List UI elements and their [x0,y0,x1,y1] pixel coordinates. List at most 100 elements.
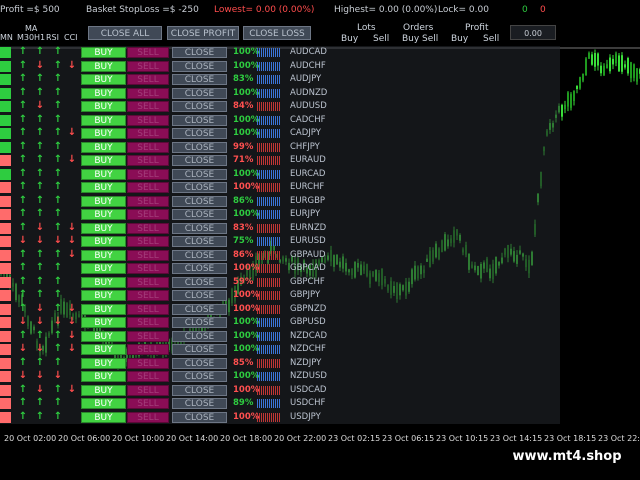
sell-button[interactable]: SELL [127,303,169,315]
close-button[interactable]: CLOSE [172,47,227,58]
sell-button[interactable]: SELL [127,344,169,355]
symbol-label[interactable]: AUDCAD [290,47,330,58]
close-button[interactable]: CLOSE [172,317,227,328]
symbol-label[interactable]: EURCHF [290,182,330,193]
close-button[interactable]: CLOSE [172,398,227,409]
close-button[interactable]: CLOSE [172,371,227,382]
sell-button[interactable]: SELL [127,276,169,288]
symbol-label[interactable]: GBPCAD [290,263,330,274]
sell-button[interactable]: SELL [127,128,169,139]
symbol-label[interactable]: EURUSD [290,236,330,247]
close-button[interactable]: CLOSE [172,411,227,423]
symbol-label[interactable]: USDCAD [290,385,330,396]
symbol-label[interactable]: EURCAD [290,169,330,180]
buy-button[interactable]: BUY [81,357,126,369]
sell-button[interactable]: SELL [127,209,169,220]
buy-button[interactable]: BUY [81,384,126,396]
buy-button[interactable]: BUY [81,411,126,423]
buy-button[interactable]: BUY [81,330,126,342]
close-button[interactable]: CLOSE [172,330,227,342]
symbol-label[interactable]: NZDCHF [290,344,330,355]
sell-button[interactable]: SELL [127,330,169,342]
close-button[interactable]: CLOSE [172,263,227,274]
symbol-label[interactable]: NZDCAD [290,331,330,342]
sell-button[interactable]: SELL [127,182,169,193]
symbol-label[interactable]: GBPJPY [290,290,330,301]
buy-button[interactable]: BUY [81,209,126,220]
symbol-label[interactable]: NZDJPY [290,358,330,369]
buy-button[interactable]: BUY [81,276,126,288]
buy-button[interactable]: BUY [81,290,126,301]
close-button[interactable]: CLOSE [172,303,227,315]
sell-button[interactable]: SELL [127,168,169,180]
buy-button[interactable]: BUY [81,263,126,274]
buy-button[interactable]: BUY [81,74,126,85]
buy-button[interactable]: BUY [81,128,126,139]
symbol-label[interactable]: GBPCHF [290,277,330,288]
symbol-label[interactable]: USDJPY [290,412,330,423]
symbol-label[interactable]: AUDJPY [290,74,330,85]
sell-button[interactable]: SELL [127,371,169,382]
close-profit-button[interactable]: CLOSE PROFIT [167,26,239,40]
symbol-label[interactable]: NZDUSD [290,371,330,382]
sell-button[interactable]: SELL [127,317,169,328]
buy-button[interactable]: BUY [81,195,126,207]
close-button[interactable]: CLOSE [172,74,227,85]
close-button[interactable]: CLOSE [172,290,227,301]
buy-button[interactable]: BUY [81,168,126,180]
close-loss-button[interactable]: CLOSE LOSS [243,26,311,40]
buy-button[interactable]: BUY [81,317,126,328]
symbol-label[interactable]: GBPNZD [290,304,330,315]
buy-button[interactable]: BUY [81,101,126,112]
close-button[interactable]: CLOSE [172,182,227,193]
sell-button[interactable]: SELL [127,155,169,166]
symbol-label[interactable]: EURGBP [290,196,330,207]
close-button[interactable]: CLOSE [172,114,227,126]
symbol-label[interactable]: CADJPY [290,128,330,139]
symbol-label[interactable]: USDCHF [290,398,330,409]
symbol-label[interactable]: EURJPY [290,209,330,220]
buy-button[interactable]: BUY [81,47,126,58]
sell-button[interactable]: SELL [127,141,169,153]
symbol-label[interactable]: GBPUSD [290,317,330,328]
sell-button[interactable]: SELL [127,114,169,126]
sell-button[interactable]: SELL [127,411,169,423]
sell-button[interactable]: SELL [127,222,169,234]
symbol-label[interactable]: CHFJPY [290,142,330,153]
close-button[interactable]: CLOSE [172,344,227,355]
sell-button[interactable]: SELL [127,47,169,58]
buy-button[interactable]: BUY [81,222,126,234]
buy-button[interactable]: BUY [81,141,126,153]
close-button[interactable]: CLOSE [172,236,227,247]
close-button[interactable]: CLOSE [172,101,227,112]
buy-button[interactable]: BUY [81,344,126,355]
close-button[interactable]: CLOSE [172,60,227,72]
sell-button[interactable]: SELL [127,398,169,409]
close-button[interactable]: CLOSE [172,128,227,139]
sell-button[interactable]: SELL [127,101,169,112]
buy-button[interactable]: BUY [81,236,126,247]
sell-button[interactable]: SELL [127,290,169,301]
sell-button[interactable]: SELL [127,357,169,369]
sell-button[interactable]: SELL [127,236,169,247]
close-button[interactable]: CLOSE [172,357,227,369]
buy-button[interactable]: BUY [81,182,126,193]
symbol-label[interactable]: EURAUD [290,155,330,166]
close-button[interactable]: CLOSE [172,87,227,99]
close-button[interactable]: CLOSE [172,249,227,261]
buy-button[interactable]: BUY [81,87,126,99]
sell-button[interactable]: SELL [127,195,169,207]
buy-button[interactable]: BUY [81,398,126,409]
symbol-label[interactable]: GBPAUD [290,250,330,261]
symbol-label[interactable]: AUDNZD [290,88,330,99]
close-button[interactable]: CLOSE [172,209,227,220]
symbol-label[interactable]: CADCHF [290,115,330,126]
sell-button[interactable]: SELL [127,249,169,261]
sell-button[interactable]: SELL [127,263,169,274]
close-button[interactable]: CLOSE [172,141,227,153]
sell-button[interactable]: SELL [127,74,169,85]
symbol-label[interactable]: AUDCHF [290,61,330,72]
close-button[interactable]: CLOSE [172,195,227,207]
close-button[interactable]: CLOSE [172,222,227,234]
close-button[interactable]: CLOSE [172,276,227,288]
